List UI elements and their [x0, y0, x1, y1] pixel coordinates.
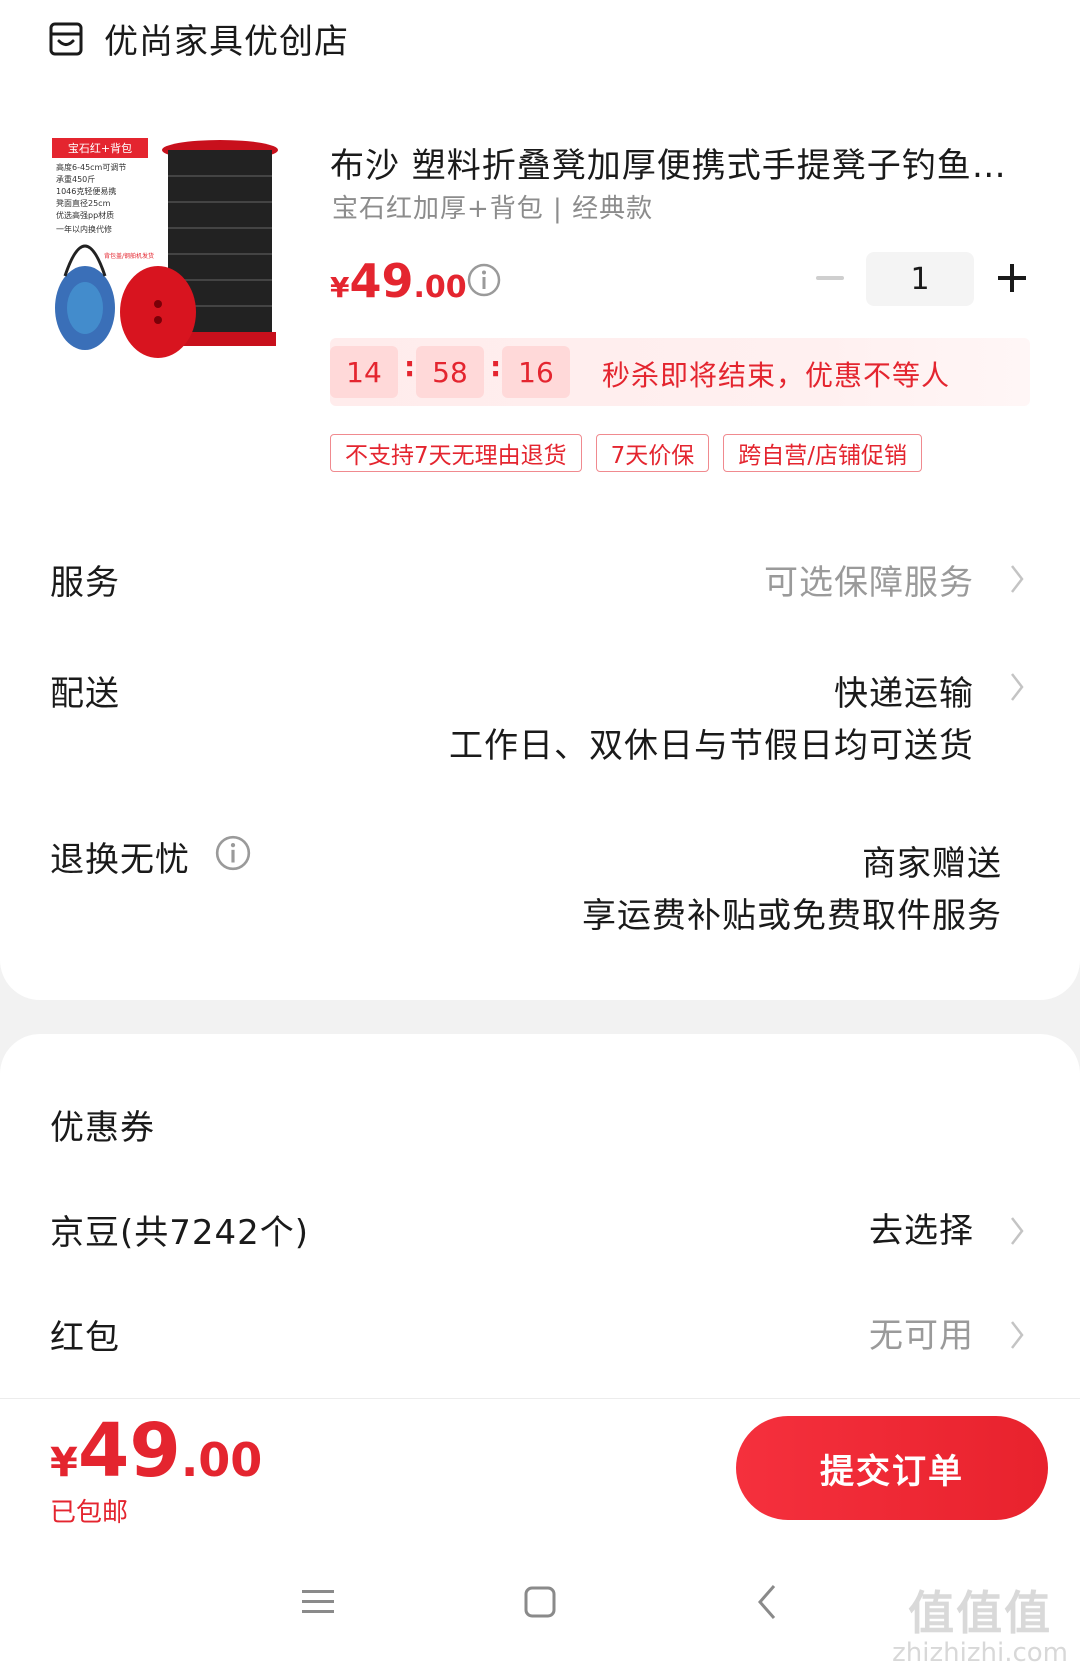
image-label-line: 高度6-45cm可调节 — [56, 162, 126, 172]
total-decimal: .00 — [180, 1433, 263, 1487]
back-icon[interactable] — [748, 1580, 788, 1624]
product-title[interactable]: 布沙 塑料折叠凳加厚便携式手提凳子钓鱼… — [330, 138, 1030, 187]
countdown-seconds: 16 — [502, 346, 570, 398]
jingdou-select[interactable]: 去选择 — [869, 1203, 974, 1252]
returns-value: 商家赠送 — [862, 844, 1002, 884]
shop-name: 优尚家具优创店 — [104, 22, 349, 62]
countdown-colon: : — [490, 350, 502, 383]
service-value[interactable]: 可选保障服务 — [764, 555, 974, 604]
watermark: 值值值 zhizhizhi.com — [892, 1588, 1068, 1666]
countdown-minutes: 58 — [416, 346, 484, 398]
returns-label: 退换无忧 — [50, 840, 190, 880]
service-label: 服务 — [50, 563, 120, 603]
total-symbol: ¥ — [50, 1440, 78, 1486]
chevron-right-icon[interactable] — [1008, 562, 1026, 596]
tag-promotion[interactable]: 跨自营/店铺促销 — [723, 434, 923, 472]
image-label-line: 优选高强pp材质 — [56, 210, 114, 220]
image-label-line: 凳面直径25cm — [56, 198, 111, 208]
total-price: ¥ 49 .00 — [50, 1408, 262, 1494]
image-label-title: 宝石红+背包 — [68, 141, 132, 155]
price-symbol: ¥ — [330, 271, 350, 304]
chevron-right-icon[interactable] — [1008, 1318, 1026, 1352]
image-label-line: 1046克轻便易携 — [56, 186, 116, 196]
product-tags: 不支持7天无理由退货 7天价保 跨自营/店铺促销 — [330, 434, 923, 472]
store-icon — [49, 22, 83, 55]
image-label-line: 一年以内换代修 — [56, 224, 112, 234]
delivery-value[interactable]: 快递运输 — [834, 666, 974, 715]
shop-header[interactable]: 优尚家具优创店 — [48, 14, 349, 63]
product-spec[interactable]: 宝石红加厚+背包 | 经典款 — [332, 188, 653, 225]
delivery-label: 配送 — [50, 674, 120, 714]
total-integer: 49 — [77, 1408, 181, 1494]
delivery-subtext: 工作日、双休日与节假日均可送货 — [449, 726, 974, 766]
flash-sale-text: 秒杀即将结束，优惠不等人 — [602, 359, 951, 392]
product-image[interactable]: 宝石红+背包 高度6-45cm可调节 承重450斤 1046克轻便易携 凳面直径… — [50, 136, 290, 386]
countdown-colon: : — [404, 350, 416, 383]
quantity-input[interactable]: 1 — [866, 252, 974, 306]
info-icon[interactable] — [214, 834, 252, 872]
countdown-hours: 14 — [330, 346, 398, 398]
home-icon[interactable] — [520, 1580, 560, 1624]
product-price: ¥ 49 .00 — [330, 254, 467, 308]
watermark-url: zhizhizhi.com — [892, 1637, 1068, 1666]
submit-order-button[interactable]: 提交订单 — [736, 1416, 1048, 1520]
redpacket-value[interactable]: 无可用 — [869, 1308, 974, 1357]
image-label-line: 承重450斤 — [56, 174, 95, 184]
jingdou-label: 京豆(共7242个) — [50, 1213, 310, 1253]
minus-icon — [816, 276, 844, 280]
tag-no-return[interactable]: 不支持7天无理由退货 — [330, 434, 582, 472]
info-icon[interactable] — [466, 262, 502, 298]
quantity-increase-button[interactable] — [990, 256, 1034, 300]
chevron-right-icon[interactable] — [1008, 1214, 1026, 1248]
price-decimal: .00 — [413, 270, 467, 305]
menu-icon[interactable] — [298, 1580, 338, 1624]
price-integer: 49 — [349, 254, 414, 308]
chevron-right-icon[interactable] — [1008, 670, 1026, 704]
watermark-logo: 值值值 — [908, 1586, 1053, 1640]
returns-subtext: 享运费补贴或免费取件服务 — [582, 896, 1002, 936]
quantity-decrease-button[interactable] — [814, 256, 846, 300]
tag-price-protect[interactable]: 7天价保 — [595, 434, 710, 472]
image-small-label: 背包盖/钢舶机发货 — [104, 252, 154, 260]
coupon-label[interactable]: 优惠券 — [50, 1100, 155, 1149]
redpacket-label: 红包 — [50, 1318, 120, 1358]
free-shipping-label: 已包邮 — [50, 1498, 129, 1528]
